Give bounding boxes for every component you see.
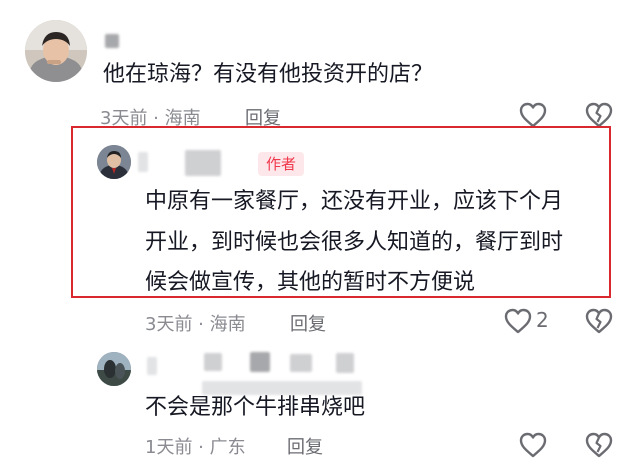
username-redacted[interactable] bbox=[105, 34, 119, 48]
dislike-button[interactable] bbox=[584, 306, 614, 336]
comment-meta: 1天前 · 广东 bbox=[145, 437, 246, 458]
dislike-button[interactable] bbox=[584, 430, 614, 460]
username-redacted[interactable] bbox=[204, 353, 222, 371]
broken-heart-outline-icon bbox=[585, 432, 613, 458]
username-redacted[interactable] bbox=[250, 352, 270, 372]
avatar-photo bbox=[25, 20, 87, 82]
username-redacted[interactable] bbox=[290, 354, 312, 372]
username-redacted[interactable] bbox=[185, 150, 221, 176]
avatar-photo bbox=[97, 352, 131, 386]
username-redacted[interactable] bbox=[147, 357, 157, 375]
comment-text: 他在琼海？有没有他投资开的店？ bbox=[103, 62, 434, 87]
avatar-photo bbox=[97, 145, 131, 179]
like-button[interactable] bbox=[503, 306, 533, 336]
comment-meta: 3天前 · 海南 bbox=[145, 314, 246, 335]
comment-line-1: 中原有一家餐厅，还没有开业，应该下个月 bbox=[145, 189, 564, 214]
like-count: 2 bbox=[536, 308, 549, 332]
commenter-avatar[interactable] bbox=[97, 352, 131, 386]
username-redacted[interactable] bbox=[138, 152, 148, 172]
comment-line-2: 开业，到时候也会很多人知道的，餐厅到时 bbox=[145, 230, 564, 255]
author-badge: 作者 bbox=[258, 152, 304, 176]
comment-text: 不会是那个牛排串烧吧 bbox=[145, 395, 366, 420]
comment-line-3: 候会做宣传，其他的暂时不方便说 bbox=[145, 270, 476, 295]
heart-outline-icon bbox=[504, 308, 532, 334]
reply-button[interactable]: 回复 bbox=[290, 310, 326, 336]
username-redacted[interactable] bbox=[336, 353, 354, 373]
author-avatar[interactable] bbox=[97, 145, 131, 179]
like-button[interactable] bbox=[518, 430, 548, 460]
heart-outline-icon bbox=[519, 432, 547, 458]
broken-heart-outline-icon bbox=[585, 308, 613, 334]
reply-button[interactable]: 回复 bbox=[287, 433, 323, 459]
commenter-avatar[interactable] bbox=[25, 20, 87, 82]
